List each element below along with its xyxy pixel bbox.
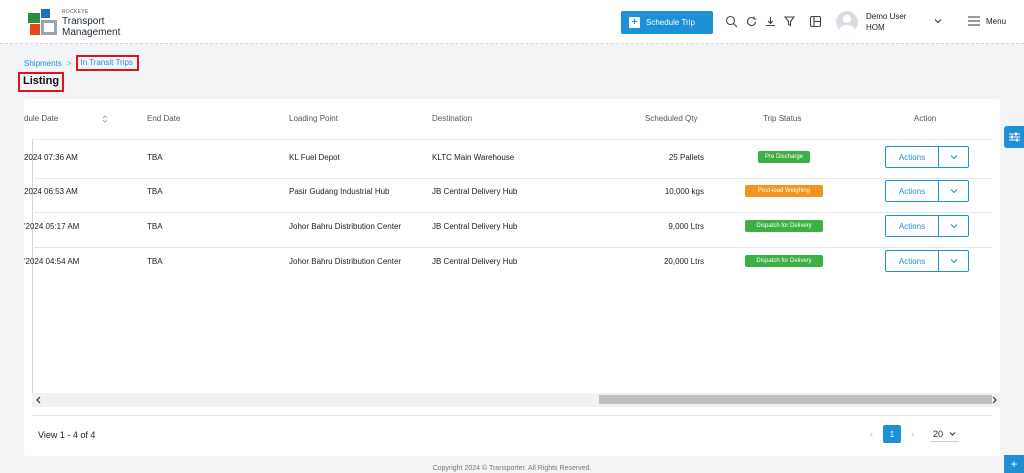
menu-label: Menu bbox=[986, 16, 1007, 26]
actions-button[interactable]: Actions bbox=[885, 180, 969, 202]
cell-destination: JB Central Delivery Hub bbox=[432, 222, 518, 231]
actions-dropdown-icon[interactable] bbox=[939, 251, 968, 271]
cell-start-date: 2024 06:53 AM bbox=[24, 187, 78, 196]
brand-line1: Transport bbox=[62, 16, 105, 27]
table-header: dule Date End Date Loading Point Destina… bbox=[24, 99, 992, 139]
cell-loading-point: Johor Bahru Distribution Center bbox=[289, 222, 402, 231]
cell-end-date: TBA bbox=[147, 257, 163, 266]
actions-button[interactable]: Actions bbox=[885, 146, 969, 168]
cell-start-date: '2024 05:17 AM bbox=[24, 222, 80, 231]
cell-start-date: '2024 04:54 AM bbox=[24, 257, 80, 266]
cell-scheduled-qty: 10,000 kgs bbox=[664, 187, 704, 196]
actions-label[interactable]: Actions bbox=[886, 181, 939, 201]
scroll-left-icon[interactable] bbox=[35, 396, 42, 404]
cell-end-date: TBA bbox=[147, 222, 163, 231]
status-badge: Pre Discharge bbox=[758, 151, 810, 163]
download-icon[interactable] bbox=[764, 15, 777, 28]
menu-button[interactable]: Menu bbox=[968, 16, 1006, 26]
row-divider bbox=[32, 247, 992, 248]
breadcrumb-separator: > bbox=[66, 58, 72, 68]
cell-scheduled-qty: 9,000 Ltrs bbox=[668, 222, 704, 231]
cell-loading-point: Johor Bahru Distribution Center bbox=[289, 257, 402, 266]
listing-card: dule Date End Date Loading Point Destina… bbox=[24, 99, 1000, 456]
actions-label[interactable]: Actions bbox=[886, 216, 939, 236]
row-divider bbox=[32, 178, 992, 179]
actions-button[interactable]: Actions bbox=[885, 215, 969, 237]
col-action: Action bbox=[914, 114, 937, 123]
actions-dropdown-icon[interactable] bbox=[939, 147, 968, 167]
breadcrumb-current[interactable]: In Transit Trips bbox=[76, 55, 139, 71]
schedule-trip-button[interactable]: + Schedule Trip bbox=[621, 11, 713, 34]
plus-icon: + bbox=[629, 17, 640, 28]
actions-dropdown-icon[interactable] bbox=[939, 216, 968, 236]
sort-icon[interactable] bbox=[102, 115, 108, 123]
col-start-date[interactable]: dule Date bbox=[24, 114, 58, 123]
sliders-icon bbox=[1008, 132, 1020, 142]
filter-icon[interactable] bbox=[783, 15, 796, 28]
status-badge: Dispatch for Delivery bbox=[745, 220, 823, 232]
breadcrumb: Shipments > In Transit Trips bbox=[24, 55, 139, 71]
col-scheduled-qty[interactable]: Scheduled Qty bbox=[645, 114, 697, 123]
cell-end-date: TBA bbox=[147, 153, 163, 162]
scroll-right-icon[interactable] bbox=[991, 396, 998, 404]
avatar[interactable] bbox=[836, 11, 858, 33]
hamburger-icon bbox=[968, 16, 980, 26]
copyright: Copyright 2024 © Transporter. All Rights… bbox=[432, 465, 592, 472]
brand-small: ROCKEYE bbox=[62, 9, 89, 15]
settings-side-tab[interactable] bbox=[1004, 126, 1024, 148]
actions-label[interactable]: Actions bbox=[886, 147, 939, 167]
actions-label[interactable]: Actions bbox=[886, 251, 939, 271]
cell-scheduled-qty: 20,000 Ltrs bbox=[663, 257, 704, 266]
actions-dropdown-icon[interactable] bbox=[939, 181, 968, 201]
cell-scheduled-qty: 25 Pallets bbox=[668, 153, 704, 162]
status-badge: Dispatch for Delivery bbox=[745, 255, 823, 267]
brand-line2: Management bbox=[62, 27, 121, 38]
col-trip-status[interactable]: Trip Status bbox=[763, 114, 801, 123]
header-divider bbox=[32, 139, 992, 140]
page-1-button[interactable]: 1 bbox=[883, 425, 901, 443]
footer-divider bbox=[32, 415, 992, 416]
row-divider bbox=[32, 212, 992, 213]
actions-button[interactable]: Actions bbox=[885, 250, 969, 272]
cell-destination: JB Central Delivery Hub bbox=[432, 257, 518, 266]
schedule-trip-label: Schedule Trip bbox=[646, 18, 695, 27]
cell-end-date: TBA bbox=[147, 187, 163, 196]
brand-logo-icon bbox=[28, 9, 57, 35]
search-icon[interactable] bbox=[725, 15, 738, 28]
cell-loading-point: Pasir Gudang Industrial Hub bbox=[289, 187, 390, 196]
cell-destination: JB Central Delivery Hub bbox=[432, 187, 518, 196]
col-destination[interactable]: Destination bbox=[432, 114, 472, 123]
col-loading-point[interactable]: Loading Point bbox=[289, 114, 338, 123]
user-role: HOM bbox=[866, 23, 885, 32]
chevron-down-icon[interactable] bbox=[933, 16, 943, 26]
refresh-icon[interactable] bbox=[745, 15, 758, 28]
prev-page-icon[interactable]: ‹ bbox=[870, 429, 873, 439]
status-badge: Post-load Weighing bbox=[745, 185, 823, 197]
cell-start-date: 2024 07:36 AM bbox=[24, 153, 78, 162]
view-count: View 1 - 4 of 4 bbox=[38, 430, 96, 440]
columns-icon[interactable] bbox=[809, 15, 822, 28]
page-title: Listing bbox=[18, 72, 65, 92]
horizontal-scrollbar[interactable] bbox=[32, 393, 1000, 407]
chevron-down-icon bbox=[949, 431, 956, 436]
page-size-select[interactable]: 20 bbox=[930, 427, 960, 442]
cell-loading-point: KL Fuel Depot bbox=[289, 153, 340, 162]
cell-destination: KLTC Main Warehouse bbox=[432, 153, 515, 162]
scrollbar-thumb[interactable] bbox=[599, 395, 992, 404]
next-page-icon[interactable]: › bbox=[911, 429, 914, 439]
col-end-date[interactable]: End Date bbox=[147, 114, 180, 123]
user-name: Demo User bbox=[866, 12, 907, 21]
pagination: ‹ 1 › 20 bbox=[870, 425, 960, 443]
top-header: ROCKEYE Transport Management + Schedule … bbox=[0, 0, 1024, 44]
page-size-value: 20 bbox=[933, 428, 944, 439]
breadcrumb-shipments[interactable]: Shipments bbox=[24, 59, 62, 68]
